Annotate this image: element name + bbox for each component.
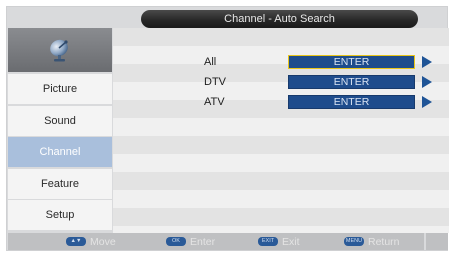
- sidebar-item-channel[interactable]: Channel: [8, 137, 112, 167]
- option-label: ATV: [204, 96, 225, 108]
- sidebar-item-picture[interactable]: Picture: [8, 74, 112, 104]
- exit-key-icon: EXIT: [258, 237, 278, 246]
- option-label: All: [204, 56, 217, 68]
- hint-exit: EXIT Exit: [258, 233, 300, 250]
- menu-title: Channel - Auto Search: [141, 10, 418, 28]
- row-stripe: [113, 172, 449, 190]
- sidebar-item-setup[interactable]: Setup: [8, 200, 112, 230]
- sidebar-item-feature[interactable]: Feature: [8, 168, 112, 199]
- satellite-dish-icon: [50, 39, 68, 62]
- sidebar-item-label: Channel: [39, 146, 81, 158]
- options-panel: All ENTER DTV ENTER ATV ENTER: [113, 28, 449, 233]
- row-stripe: [113, 154, 449, 172]
- sidebar-item-label: Feature: [41, 177, 79, 190]
- updown-key-icon: ▲▼: [66, 237, 86, 246]
- sidebar-item-label: Picture: [42, 83, 78, 95]
- row-stripe: [113, 208, 449, 226]
- hint-label: Move: [90, 235, 116, 248]
- sidebar-item-label: Sound: [44, 114, 76, 127]
- hint-label: Return: [368, 235, 400, 248]
- option-row-atv: ATV ENTER: [113, 93, 449, 111]
- header-icon-panel: [8, 28, 112, 72]
- sidebar-menu: Picture Sound Channel Feature Setup: [8, 74, 112, 232]
- row-stripe: [113, 28, 449, 46]
- option-row-dtv: DTV ENTER: [113, 73, 449, 91]
- row-stripe: [113, 118, 449, 136]
- arrow-right-icon[interactable]: [422, 76, 432, 88]
- enter-button-all[interactable]: ENTER: [288, 55, 415, 69]
- hint-label: Exit: [282, 235, 300, 248]
- hint-label: Enter: [190, 235, 216, 248]
- ok-key-icon: OK: [166, 237, 186, 246]
- menu-key-icon: MENU: [344, 237, 364, 246]
- hint-enter: OK Enter: [166, 233, 215, 250]
- option-row-all: All ENTER: [113, 53, 449, 71]
- sidebar-item-label: Setup: [45, 209, 75, 221]
- arrow-right-icon[interactable]: [422, 96, 432, 108]
- row-stripe: [113, 190, 449, 208]
- arrow-right-icon[interactable]: [422, 56, 432, 68]
- hint-return: MENU Return: [344, 233, 400, 250]
- sidebar-item-sound[interactable]: Sound: [8, 105, 112, 136]
- hint-move: ▲▼ Move: [66, 233, 116, 250]
- footer-hint-bar: ▲▼ Move OK Enter EXIT Exit MENU Return: [8, 233, 424, 250]
- option-label: DTV: [204, 76, 226, 88]
- enter-button-dtv[interactable]: ENTER: [288, 75, 415, 89]
- enter-button-atv[interactable]: ENTER: [288, 95, 415, 109]
- footer-corner-block: [426, 233, 448, 250]
- row-stripe: [113, 136, 449, 154]
